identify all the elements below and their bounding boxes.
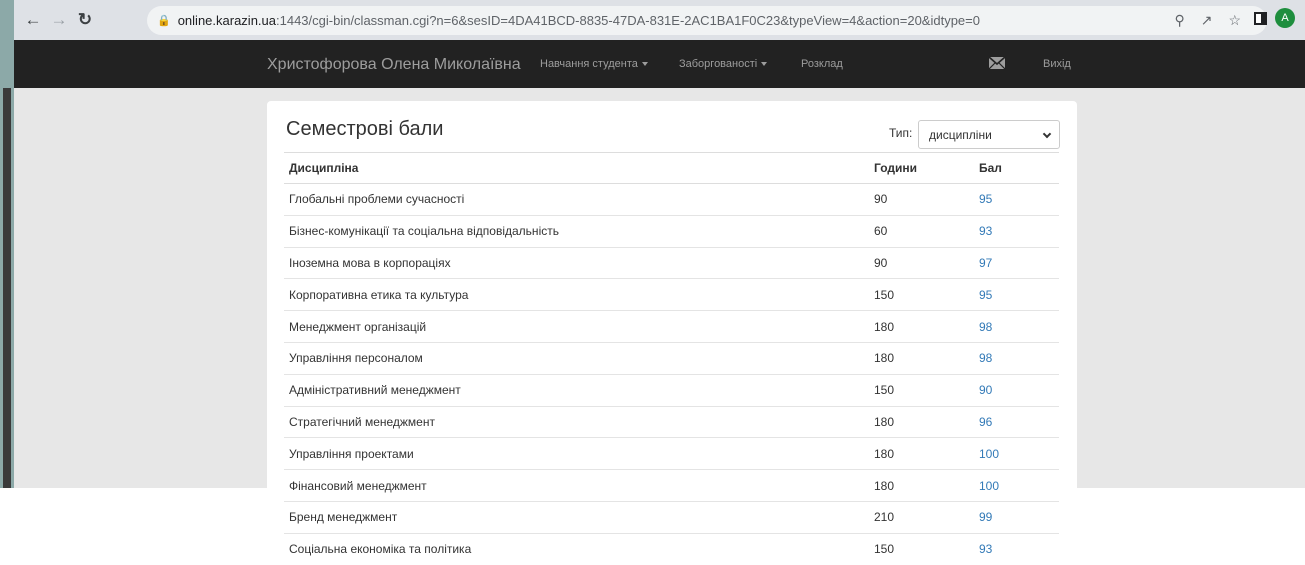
table-row: Стратегічний менеджмент 180 96 xyxy=(284,405,1059,438)
mail-icon[interactable] xyxy=(988,56,1006,74)
discipline-name: Соціальна економіка та політика xyxy=(284,532,869,565)
table-row: Глобальні проблеми сучасності 90 95 xyxy=(284,183,1059,216)
discipline-name: Адміністративний менеджмент xyxy=(284,373,869,407)
column-header-score: Бал xyxy=(974,152,1059,184)
browser-toolbar: ← → ↻ 🔒 online.karazin.ua:1443/cgi-bin/c… xyxy=(14,0,1305,40)
table-row: Управління персоналом 180 98 xyxy=(284,341,1059,375)
reload-icon[interactable]: ↻ xyxy=(72,7,98,33)
type-select-value: дисципліни xyxy=(929,127,992,142)
share-icon[interactable]: ↗ xyxy=(1201,12,1213,29)
column-header-hours: Години xyxy=(869,152,974,184)
discipline-name: Іноземна мова в корпораціях xyxy=(284,246,869,279)
address-bar[interactable]: 🔒 online.karazin.ua:1443/cgi-bin/classma… xyxy=(147,6,1267,35)
discipline-score-link[interactable]: 93 xyxy=(974,214,1059,248)
table-row: Бренд менеджмент 210 99 xyxy=(284,500,1059,534)
discipline-hours: 180 xyxy=(869,405,974,438)
url-path: :1443/cgi-bin/classman.cgi?n=6&sesID=4DA… xyxy=(276,13,980,28)
discipline-score-link[interactable]: 98 xyxy=(974,341,1059,375)
discipline-name: Глобальні проблеми сучасності xyxy=(284,183,869,216)
discipline-hours: 150 xyxy=(869,278,974,311)
table-row: Іноземна мова в корпораціях 90 97 xyxy=(284,246,1059,279)
discipline-hours: 150 xyxy=(869,532,974,565)
page-title: Семестрові бали xyxy=(286,118,444,140)
zoom-icon[interactable]: ⚲ xyxy=(1174,12,1184,29)
discipline-score-link[interactable]: 98 xyxy=(974,310,1059,343)
forward-arrow-icon[interactable]: → xyxy=(46,7,72,33)
page-bottom-area xyxy=(0,488,267,550)
discipline-hours: 180 xyxy=(869,341,974,375)
discipline-hours: 180 xyxy=(869,469,974,502)
table-row: Соціальна економіка та політика 150 93 xyxy=(284,532,1059,565)
chevron-down-icon xyxy=(1042,129,1052,139)
left-window-edge xyxy=(0,0,14,488)
nav-debts[interactable]: Заборгованості xyxy=(679,58,768,70)
star-icon[interactable]: ☆ xyxy=(1228,12,1241,29)
nav-student-studies[interactable]: Навчання студента xyxy=(540,58,648,70)
discipline-hours: 180 xyxy=(869,310,974,343)
user-name[interactable]: Христофорова Олена Миколаївна xyxy=(267,56,521,74)
discipline-name: Стратегічний менеджмент xyxy=(284,405,869,438)
profile-avatar[interactable]: A xyxy=(1275,8,1295,28)
discipline-hours: 150 xyxy=(869,373,974,407)
discipline-name: Управління персоналом xyxy=(284,341,869,375)
side-panel-icon[interactable] xyxy=(1254,11,1267,25)
discipline-score-link[interactable]: 97 xyxy=(974,246,1059,279)
scores-table: Дисципліна Години Бал Глобальні проблеми… xyxy=(284,152,1059,565)
nav-student-studies-label: Навчання студента xyxy=(540,58,638,70)
table-row: Корпоративна етика та культура 150 95 xyxy=(284,278,1059,311)
lock-icon: 🔒 xyxy=(157,15,171,27)
discipline-name: Бізнес-комунікації та соціальна відповід… xyxy=(284,214,869,248)
table-row: Бізнес-комунікації та соціальна відповід… xyxy=(284,214,1059,248)
table-row: Фінансовий менеджмент 180 100 xyxy=(284,469,1059,502)
column-header-discipline: Дисципліна xyxy=(284,152,869,184)
table-row: Управління проектами 180 100 xyxy=(284,437,1059,470)
table-row: Адміністративний менеджмент 150 90 xyxy=(284,373,1059,407)
table-row: Менеджмент організацій 180 98 xyxy=(284,310,1059,343)
logout-link[interactable]: Вихід xyxy=(1043,58,1071,70)
discipline-score-link[interactable]: 95 xyxy=(974,183,1059,216)
nav-debts-label: Заборгованості xyxy=(679,58,758,70)
table-header-row: Дисципліна Години Бал xyxy=(284,152,1059,184)
back-arrow-icon[interactable]: ← xyxy=(20,7,46,33)
semester-scores-panel: Семестрові бали Тип: дисципліни Дисциплі… xyxy=(267,101,1077,565)
discipline-hours: 90 xyxy=(869,183,974,216)
discipline-name: Фінансовий менеджмент xyxy=(284,469,869,502)
type-select[interactable]: дисципліни xyxy=(918,120,1060,149)
discipline-score-link[interactable]: 96 xyxy=(974,405,1059,438)
discipline-hours: 180 xyxy=(869,437,974,470)
discipline-name: Корпоративна етика та культура xyxy=(284,278,869,311)
app-navbar: Христофорова Олена Миколаївна Навчання с… xyxy=(14,40,1305,88)
discipline-score-link[interactable]: 90 xyxy=(974,373,1059,407)
discipline-score-link[interactable]: 99 xyxy=(974,500,1059,534)
discipline-hours: 90 xyxy=(869,246,974,279)
left-edge-shadow xyxy=(3,88,11,488)
url-host: online.karazin.ua xyxy=(177,13,276,28)
discipline-score-link[interactable]: 95 xyxy=(974,278,1059,311)
discipline-hours: 210 xyxy=(869,500,974,534)
nav-schedule[interactable]: Розклад xyxy=(801,58,843,70)
discipline-name: Менеджмент організацій xyxy=(284,310,869,343)
discipline-hours: 60 xyxy=(869,214,974,248)
type-label: Тип: xyxy=(889,126,913,140)
page-bottom-area-right xyxy=(1077,488,1305,550)
discipline-name: Бренд менеджмент xyxy=(284,500,869,534)
caret-down-icon xyxy=(641,62,648,67)
discipline-score-link[interactable]: 100 xyxy=(974,437,1059,470)
discipline-score-link[interactable]: 100 xyxy=(974,469,1059,502)
caret-down-icon xyxy=(761,62,768,67)
discipline-name: Управління проектами xyxy=(284,437,869,470)
discipline-score-link[interactable]: 93 xyxy=(974,532,1059,565)
